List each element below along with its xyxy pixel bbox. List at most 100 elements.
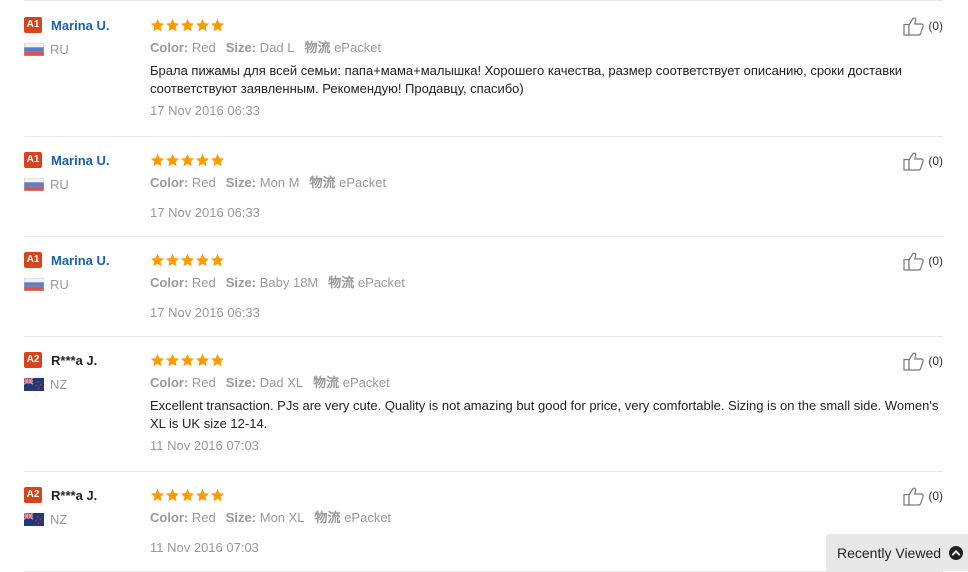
country-code: RU — [50, 276, 69, 292]
reviewer-info: A1 Marina U. RU — [24, 16, 144, 57]
order-attributes: Color: Red Size: Baby 18M 物流 ePacket — [150, 274, 850, 291]
reviewer-country: NZ — [24, 511, 144, 527]
shipping-label: 物流 — [309, 175, 336, 190]
country-code: NZ — [50, 511, 68, 527]
review-content: Color: Red Size: Mon M 物流 ePacket 17 Nov 20… — [150, 151, 850, 221]
shipping-value: ePacket — [339, 175, 387, 190]
shipping-label: 物流 — [313, 375, 340, 390]
russia-flag-icon — [24, 177, 44, 191]
shipping-value: ePacket — [357, 275, 405, 290]
reviewer-info: A1 Marina U. RU — [24, 251, 144, 292]
color-value: Red — [191, 375, 216, 390]
russia-flag-icon — [24, 42, 44, 56]
size-value: Mon XL — [259, 510, 305, 525]
helpful-count: (0) — [928, 254, 943, 268]
top-divider — [24, 0, 943, 1]
helpful-count: (0) — [928, 354, 943, 368]
reviewer-row: A2 R***a J. — [24, 351, 144, 369]
size-label: Size: — [225, 40, 257, 55]
review-text: Excellent transaction. PJs are very cute… — [150, 398, 939, 431]
reviewer-row: A1 Marina U. — [24, 251, 144, 269]
star-icon — [211, 488, 224, 501]
shipping-value: ePacket — [344, 510, 392, 525]
star-rating — [150, 251, 850, 269]
star-icon — [166, 253, 179, 266]
helpful-vote-button[interactable]: (0) — [903, 351, 943, 371]
color-label: Color: — [150, 510, 189, 525]
reviewer-name[interactable]: Marina U. — [51, 18, 110, 33]
reviewer-country: RU — [24, 176, 144, 192]
reviewer-level-badge: A2 — [24, 352, 42, 368]
review-content: Color: Red Size: Dad XL 物流 ePacket Excellen… — [150, 351, 938, 454]
reviewer-info: A2 R***a J. NZ — [24, 351, 144, 392]
reviewer-row: A1 Marina U. — [24, 16, 144, 34]
star-icon — [181, 353, 194, 366]
review-item: A2 R***a J. NZ Color: Red Size: Mon XL 物流 ePa… — [24, 486, 943, 572]
review-date: 17 Nov 2016 06:33 — [150, 205, 260, 220]
recently-viewed-button[interactable]: Recently Viewed — [826, 534, 968, 571]
star-icon — [151, 488, 164, 501]
star-rating — [150, 351, 850, 369]
reviewer-info: A2 R***a J. NZ — [24, 486, 144, 527]
helpful-vote-button[interactable]: (0) — [903, 16, 943, 36]
size-label: Size: — [225, 275, 257, 290]
reviewer-name[interactable]: Marina U. — [51, 253, 110, 268]
shipping-value: ePacket — [334, 40, 382, 55]
russia-flag-icon — [24, 277, 44, 291]
star-icon — [196, 18, 209, 31]
chevron-up-icon — [949, 545, 964, 560]
size-label: Size: — [225, 375, 257, 390]
star-icon — [151, 18, 164, 31]
order-attributes: Color: Red Size: Dad XL 物流 ePacket — [150, 374, 850, 391]
reviewer-level-badge: A2 — [24, 487, 42, 503]
reviewer-country: RU — [24, 41, 144, 57]
helpful-vote-button[interactable]: (0) — [903, 251, 943, 271]
reviewer-name: R***a J. — [51, 487, 98, 503]
reviewer-info: A1 Marina U. RU — [24, 151, 144, 192]
shipping-label: 物流 — [328, 275, 355, 290]
star-rating — [150, 486, 850, 504]
country-code: RU — [50, 176, 69, 192]
helpful-count: (0) — [928, 154, 943, 168]
color-value: Red — [191, 40, 216, 55]
review-item: A1 Marina U. RU Color: Red Size: Dad L 物流 ePa… — [24, 16, 943, 137]
thumbs-up-icon — [903, 352, 925, 371]
thumbs-up-icon — [903, 252, 925, 271]
review-content: Color: Red Size: Mon XL 物流 ePacket 11 Nov 2… — [150, 486, 850, 556]
star-icon — [151, 153, 164, 166]
reviewer-name: R***a J. — [51, 352, 98, 368]
helpful-vote-button[interactable]: (0) — [903, 486, 943, 506]
review-item: A1 Marina U. RU Color: Red Size: Baby 18M 物流 … — [24, 251, 943, 337]
review-date: 11 Nov 2016 07:03 — [150, 438, 259, 453]
color-value: Red — [191, 175, 216, 190]
country-code: NZ — [50, 376, 68, 392]
star-rating — [150, 151, 850, 169]
star-icon — [166, 488, 179, 501]
star-icon — [196, 488, 209, 501]
color-value: Red — [191, 510, 216, 525]
shipping-value: ePacket — [342, 375, 390, 390]
star-icon — [211, 353, 224, 366]
order-attributes: Color: Red Size: Mon XL 物流 ePacket — [150, 509, 850, 526]
order-attributes: Color: Red Size: Mon M 物流 ePacket — [150, 174, 850, 191]
country-code: RU — [50, 41, 69, 57]
star-icon — [181, 253, 194, 266]
color-label: Color: — [150, 175, 189, 190]
reviewer-name[interactable]: Marina U. — [51, 153, 110, 168]
star-icon — [166, 18, 179, 31]
star-icon — [166, 153, 179, 166]
star-icon — [151, 253, 164, 266]
review-content: Color: Red Size: Dad L 物流 ePacket Брала пиж… — [150, 16, 902, 119]
recently-viewed-label: Recently Viewed — [837, 544, 942, 561]
size-label: Size: — [225, 510, 257, 525]
size-value: Dad XL — [259, 375, 304, 390]
star-icon — [196, 253, 209, 266]
shipping-label: 物流 — [314, 510, 341, 525]
review-item: A1 Marina U. RU Color: Red Size: Mon M 物流 ePa… — [24, 151, 943, 237]
shipping-label: 物流 — [304, 40, 331, 55]
review-date: 17 Nov 2016 06:33 — [150, 305, 260, 320]
review-date: 17 Nov 2016 06:33 — [150, 103, 260, 118]
helpful-vote-button[interactable]: (0) — [903, 151, 943, 171]
new-zealand-flag-icon — [24, 512, 44, 526]
reviewer-row: A1 Marina U. — [24, 151, 144, 169]
